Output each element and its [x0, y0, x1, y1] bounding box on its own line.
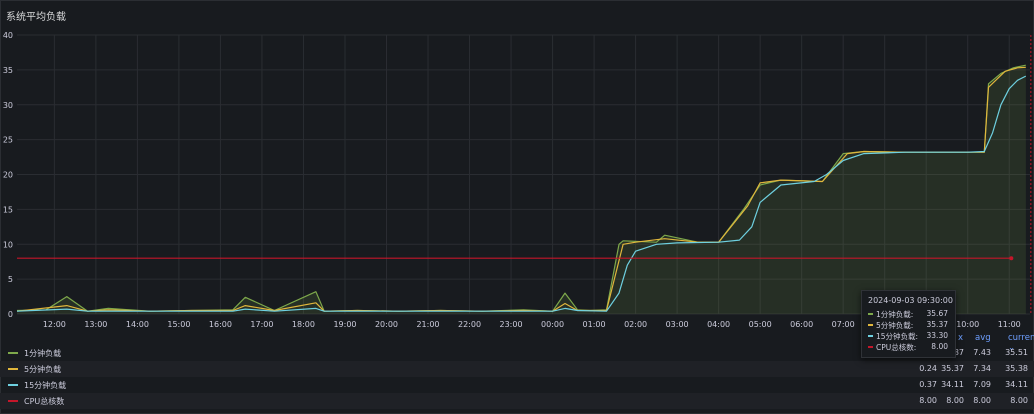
y-tick-label: 10: [3, 240, 13, 249]
legend-item[interactable]: 5分钟负载 0.24 35.37 7.34 35.38: [0, 361, 1034, 377]
legend-value-avg: 7.43: [973, 348, 991, 357]
legend-value-current: 35.51: [1005, 348, 1028, 357]
x-tick-label: 17:00: [250, 320, 273, 329]
legend-value-current: 8.00: [1010, 396, 1028, 405]
x-tick-label: 13:00: [84, 320, 107, 329]
legend-value-current: 34.11: [1005, 380, 1028, 389]
tooltip-value: 35.67: [926, 309, 948, 318]
x-tick-label: 15:00: [167, 320, 190, 329]
tooltip-row: 5分钟负载: 35.37: [868, 320, 952, 330]
legend-value-avg: 7.09: [973, 380, 991, 389]
legend-label: 15分钟负载: [24, 381, 67, 390]
legend-label: CPU总核数: [24, 397, 65, 406]
legend-item[interactable]: CPU总核数 8.00 8.00 8.00 8.00: [0, 393, 1034, 409]
y-tick-label: 35: [3, 66, 13, 75]
legend-header[interactable]: x: [958, 333, 963, 343]
tooltip-row: CPU总核数: 8.00: [868, 342, 952, 352]
x-tick-label: 12:00: [43, 320, 66, 329]
x-tick-label: 06:00: [790, 320, 813, 329]
x-tick-label: 19:00: [333, 320, 356, 329]
x-tick-label: 01:00: [583, 320, 606, 329]
legend-swatch: [8, 352, 18, 354]
legend-value-avg: 8.00: [973, 396, 991, 405]
x-tick-label: 18:00: [292, 320, 315, 329]
tooltip-time: 2024-09-03 09:30:00: [868, 296, 953, 305]
tooltip-row: 15分钟负载: 33.30: [868, 331, 952, 341]
x-tick-label: 02:00: [624, 320, 647, 329]
tooltip-value: 8.00: [931, 342, 948, 351]
y-tick-label: 15: [3, 205, 13, 214]
tooltip-swatch: [868, 346, 873, 348]
x-tick-label: 20:00: [375, 320, 398, 329]
series-area-1min: [17, 65, 1026, 314]
tooltip-row: 1分钟负载: 35.67: [868, 309, 952, 319]
x-tick-label: 00:00: [541, 320, 564, 329]
legend-swatch: [8, 400, 18, 402]
tooltip-label: CPU总核数:: [876, 343, 917, 352]
legend-value-avg: 7.34: [973, 364, 991, 373]
x-tick-label: 07:00: [832, 320, 855, 329]
x-tick-label: 04:00: [707, 320, 730, 329]
y-tick-label: 40: [3, 31, 13, 40]
tooltip-label: 1分钟负载:: [876, 310, 914, 319]
x-tick-label: 21:00: [416, 320, 439, 329]
x-tick-label: 03:00: [666, 320, 689, 329]
y-tick-label: 20: [3, 171, 13, 180]
chart-tooltip: 2024-09-03 09:30:00 1分钟负载: 35.67 5分钟负载: 35.…: [861, 290, 956, 358]
legend-header[interactable]: avg: [975, 333, 991, 343]
legend-value-current: 35.38: [1005, 364, 1028, 373]
x-tick-label: 14:00: [126, 320, 149, 329]
tooltip-label: 5分钟负载:: [876, 321, 914, 330]
x-tick-label: 11:00: [998, 320, 1021, 329]
legend-swatch: [8, 384, 18, 386]
y-tick-label: 30: [3, 101, 13, 110]
x-tick-label: 05:00: [749, 320, 772, 329]
y-tick-label: 5: [8, 275, 13, 284]
tooltip-value: 33.30: [926, 331, 948, 340]
legend-swatch: [8, 368, 18, 370]
tooltip-swatch: [868, 324, 873, 326]
x-tick-label: 23:00: [500, 320, 523, 329]
legend-label: 5分钟负载: [24, 365, 62, 374]
tooltip-swatch: [868, 335, 873, 337]
tooltip-value: 35.37: [926, 320, 948, 329]
y-tick-label: 25: [3, 136, 13, 145]
legend-item[interactable]: 15分钟负载 0.37 34.11 7.09 34.11: [0, 377, 1034, 393]
x-tick-label: 16:00: [209, 320, 232, 329]
tooltip-swatch: [868, 313, 873, 315]
legend-label: 1分钟负载: [24, 349, 62, 358]
x-tick-label: 22:00: [458, 320, 481, 329]
cpu-cores-point: [1009, 256, 1014, 261]
y-tick-label: 0: [8, 310, 13, 319]
x-tick-label: 10:00: [956, 320, 979, 329]
tooltip-label: 15分钟负载:: [876, 332, 919, 341]
